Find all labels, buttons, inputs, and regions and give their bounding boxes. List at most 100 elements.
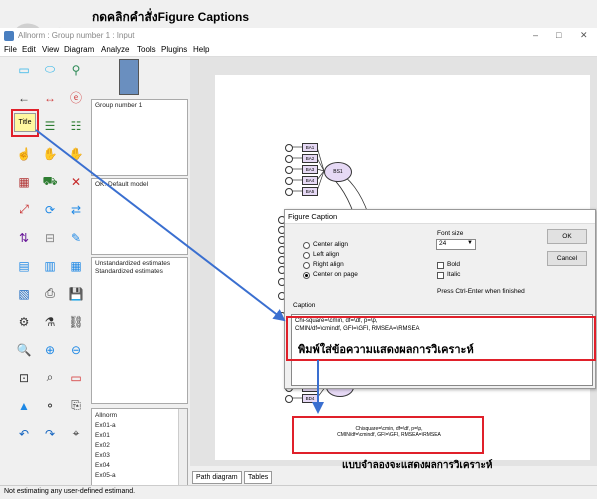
deselect-icon[interactable]: ✋: [66, 145, 86, 162]
observed-variable[interactable]: BD4: [302, 394, 318, 403]
drag-props-icon[interactable]: ⚗: [40, 313, 60, 330]
undo-icon[interactable]: ↶: [14, 425, 34, 442]
ok-button[interactable]: OK: [547, 229, 587, 244]
standardized-item[interactable]: Standardized estimates: [95, 268, 163, 275]
file-item[interactable]: Allnorm: [95, 412, 117, 419]
observed-variable[interactable]: BA1: [302, 143, 318, 152]
file-item[interactable]: Ex04: [95, 462, 110, 469]
cancel-button[interactable]: Cancel: [547, 251, 587, 266]
ellipse-icon[interactable]: ⬭: [40, 61, 60, 78]
unstandardized-item[interactable]: Unstandardized estimates: [95, 260, 170, 267]
file-item[interactable]: Ex01-a: [95, 422, 116, 429]
observed-variable[interactable]: BA5: [302, 187, 318, 196]
group-item[interactable]: Group number 1: [95, 102, 142, 109]
reposition-icon[interactable]: ⊟: [40, 229, 60, 246]
fit-page-icon[interactable]: ⊡: [14, 369, 34, 386]
select-one-icon[interactable]: ☝: [14, 145, 34, 162]
list-data-icon[interactable]: ☷: [66, 117, 86, 134]
menu-file[interactable]: File: [4, 45, 17, 54]
zoom-out-icon[interactable]: ⊖: [66, 341, 86, 358]
groups-panel[interactable]: Group number 1: [91, 99, 188, 176]
radio-left-align[interactable]: [303, 252, 310, 259]
error-term[interactable]: [285, 188, 293, 196]
move-icon[interactable]: ⛟: [40, 173, 60, 190]
observed-variable[interactable]: BA4: [302, 176, 318, 185]
close-button[interactable]: ✕: [580, 30, 588, 41]
latent-bs1[interactable]: BS1: [324, 162, 352, 182]
caption-label: Caption: [293, 302, 316, 309]
title-bar: Allnorm : Group number 1 : Input – □ ✕: [0, 28, 597, 44]
error-term[interactable]: [285, 395, 293, 403]
minimize-button[interactable]: –: [533, 30, 538, 40]
radio-right-align[interactable]: [303, 262, 310, 269]
italic-checkbox[interactable]: [437, 272, 444, 279]
error-term[interactable]: [285, 166, 293, 174]
menu-diagram[interactable]: Diagram: [64, 45, 94, 54]
menu-view[interactable]: View: [42, 45, 59, 54]
file-item[interactable]: Ex01: [95, 432, 110, 439]
resize-icon[interactable]: ⤢: [14, 201, 34, 218]
menu-edit[interactable]: Edit: [22, 45, 36, 54]
touch-up-icon[interactable]: ✎: [66, 229, 86, 246]
error-term[interactable]: [285, 155, 293, 163]
font-size-value: 24: [439, 240, 447, 247]
select-all-icon[interactable]: ✋: [40, 145, 60, 162]
preserve-symmetry-icon[interactable]: ⛓: [66, 313, 86, 330]
italic-label: Italic: [447, 271, 461, 278]
observed-variable[interactable]: BA3: [302, 165, 318, 174]
bayesian-icon[interactable]: ▲: [14, 397, 34, 414]
print-icon[interactable]: ⎙: [40, 285, 60, 302]
bold-checkbox[interactable]: [437, 262, 444, 269]
arrow-icon[interactable]: ←: [14, 89, 34, 106]
page-icon[interactable]: ▭: [66, 369, 86, 386]
estimates-panel[interactable]: Unstandardized estimates Standardized es…: [91, 257, 188, 404]
models-panel[interactable]: OK: Default model: [91, 178, 188, 255]
menu-plugins[interactable]: Plugins: [161, 45, 187, 54]
error-term[interactable]: [285, 177, 293, 185]
output-highlight: [292, 416, 484, 454]
data-file-icon[interactable]: ▤: [14, 257, 34, 274]
radio-center-align[interactable]: [303, 242, 310, 249]
copy-clipboard-icon[interactable]: ⎘: [66, 397, 86, 414]
multiple-group-icon[interactable]: ⚬: [40, 397, 60, 414]
tab-tables[interactable]: Tables: [244, 471, 273, 484]
copy-icon[interactable]: ▦: [14, 173, 34, 190]
font-size-select[interactable]: 24 ▼: [436, 239, 476, 250]
calculate-icon[interactable]: ▦: [66, 257, 86, 274]
file-item[interactable]: Ex03: [95, 452, 110, 459]
erase-icon[interactable]: ✕: [66, 173, 86, 190]
files-panel[interactable]: Allnorm Ex01-a Ex01 Ex02 Ex03 Ex04 Ex05-a: [91, 408, 188, 486]
radio-center-on-page[interactable]: [303, 272, 310, 279]
move-params-icon[interactable]: ⇅: [14, 229, 34, 246]
files-scrollbar[interactable]: [178, 409, 187, 485]
menu-analyze[interactable]: Analyze: [101, 45, 129, 54]
list-variables-icon[interactable]: ☰: [40, 117, 60, 134]
redo-icon[interactable]: ↷: [40, 425, 60, 442]
bold-label: Bold: [447, 261, 461, 268]
tab-path-diagram[interactable]: Path diagram: [192, 471, 242, 484]
object-props-icon[interactable]: ⚙: [14, 313, 34, 330]
reflect-icon[interactable]: ⇄: [66, 201, 86, 218]
error-icon[interactable]: ⓔ: [66, 89, 86, 106]
search-icon[interactable]: ⌖: [66, 425, 86, 442]
observed-variable[interactable]: BA2: [302, 154, 318, 163]
error-term[interactable]: [285, 144, 293, 152]
menu-help[interactable]: Help: [193, 45, 209, 54]
maximize-button[interactable]: □: [556, 30, 561, 40]
save-icon[interactable]: 💾: [66, 285, 86, 302]
double-arrow-icon[interactable]: ↔: [40, 89, 60, 106]
zoom-area-icon[interactable]: 🔍: [14, 341, 34, 358]
window-title: Allnorm : Group number 1 : Input: [18, 31, 135, 40]
dialog-title-bar: Figure Caption: [285, 210, 595, 224]
indicator-icon[interactable]: ⚲: [66, 61, 86, 78]
file-item[interactable]: Ex02: [95, 442, 110, 449]
rotate-icon[interactable]: ⟳: [40, 201, 60, 218]
zoom-in-icon[interactable]: ⊕: [40, 341, 60, 358]
view-text-icon[interactable]: ▧: [14, 285, 34, 302]
menu-tools[interactable]: Tools: [137, 45, 156, 54]
model-item[interactable]: OK: Default model: [95, 181, 148, 188]
analysis-props-icon[interactable]: ▥: [40, 257, 60, 274]
magnify-icon[interactable]: ⌕: [40, 369, 60, 386]
file-item[interactable]: Ex05-a: [95, 472, 116, 479]
rect-icon[interactable]: ▭: [14, 61, 34, 78]
